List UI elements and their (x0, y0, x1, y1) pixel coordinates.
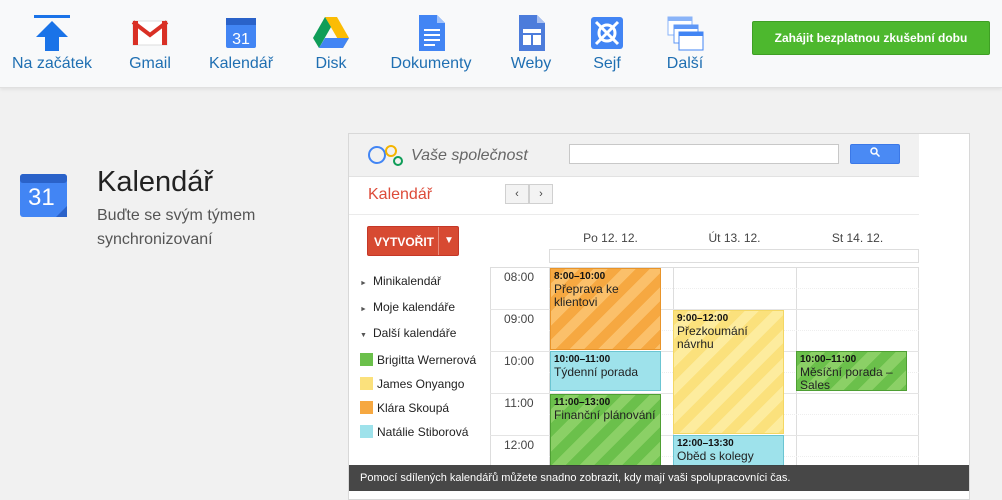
nav-label: Na začátek (11, 55, 93, 72)
docs-icon (419, 15, 445, 51)
nav-item-weby[interactable]: Weby (496, 0, 566, 88)
nav-item-gmail[interactable]: Gmail (110, 0, 190, 88)
event-title: Finanční plánování (554, 408, 656, 422)
collapse-arrow-icon: ▼ (360, 332, 367, 339)
create-button[interactable]: VYTVOŘIT ▼ (367, 226, 459, 256)
event-title: Měsíční porada – Sales (800, 365, 893, 391)
sidebar-item-label: Další kalendáře (373, 326, 457, 340)
mock-header: Vaše společnost (349, 134, 919, 177)
company-name: Vaše společnost (411, 147, 528, 164)
search-icon (870, 147, 881, 158)
person-name: Klára Skoupá (377, 401, 450, 415)
app-title: Kalendář (368, 186, 433, 203)
company-logo-icon (368, 145, 403, 166)
svg-text:31: 31 (232, 31, 250, 48)
more-apps-icon (667, 16, 704, 51)
person-name: James Onyango (377, 377, 465, 391)
nav-label: Weby (510, 55, 552, 72)
vault-icon (591, 17, 623, 49)
calendar-event[interactable]: 11:00–13:00 Finanční plánování (550, 394, 661, 466)
calendar-person[interactable]: Klára Skoupá (360, 401, 449, 415)
drive-icon (313, 17, 349, 48)
nav-item-dokumenty[interactable]: Dokumenty (381, 0, 481, 88)
create-label: VYTVOŘIT (374, 235, 435, 249)
nav-label: Disk (315, 55, 347, 72)
person-name: Brigitta Wernerová (377, 353, 477, 367)
sites-icon (519, 15, 545, 51)
hour-label: 08:00 (503, 270, 535, 284)
calendar-person[interactable]: James Onyango (360, 377, 464, 391)
calendar-event[interactable]: 8:00–10:00 Přeprava ke klientovi (550, 268, 661, 350)
divider (438, 227, 439, 255)
nav-item-dalsi[interactable]: Další (650, 0, 720, 88)
nav-label: Kalendář (208, 55, 274, 72)
calendar-event[interactable]: 9:00–12:00 Přezkoumání návrhu (673, 310, 784, 434)
color-swatch (360, 377, 373, 390)
start-free-trial-button[interactable]: Zahájit bezplatnou zkušební dobu (752, 21, 990, 55)
nav-label: Dokumenty (390, 55, 472, 72)
divider (349, 214, 919, 215)
prev-button[interactable]: ‹ (505, 184, 529, 204)
next-button[interactable]: › (529, 184, 553, 204)
day-header: Út 13. 12. (708, 231, 761, 245)
calendar-person[interactable]: Natálie Stiborová (360, 425, 468, 439)
expand-arrow-icon: ► (360, 306, 367, 313)
up-arrow-icon (34, 15, 70, 51)
event-title: Přezkoumání návrhu (677, 324, 748, 351)
sidebar-item-label: Minikalendář (373, 274, 442, 288)
calendar-event[interactable]: 10:00–11:00 Týdenní porada (550, 351, 661, 391)
nav-item-disk[interactable]: Disk (296, 0, 366, 88)
nav-label: Gmail (129, 55, 171, 72)
search-button[interactable] (850, 144, 900, 164)
event-title: Týdenní porada (554, 365, 639, 379)
expand-arrow-icon: ► (360, 280, 367, 287)
grid-line (918, 267, 919, 467)
event-title: Přeprava ke klientovi (554, 282, 619, 309)
hour-label: 12:00 (503, 438, 535, 452)
nav-item-na-zacatek[interactable]: Na začátek (2, 0, 102, 88)
calendar-screenshot: Vaše společnost Kalendář ‹ › VYTVOŘIT ▼ … (348, 133, 970, 500)
calendar-person[interactable]: Brigitta Wernerová (360, 353, 476, 367)
search-input[interactable] (569, 144, 839, 164)
calendar-icon: 31 (226, 18, 256, 48)
hour-label: 10:00 (503, 354, 535, 368)
nav-item-kalendar[interactable]: 31 Kalendář (198, 0, 284, 88)
sidebar-item-my-calendars[interactable]: ► Moje kalendáře (360, 300, 455, 314)
calendar-event[interactable]: 10:00–11:00 Měsíční porada – Sales (796, 351, 907, 391)
product-description: Buďte se svým týmem synchronizovaní (97, 207, 256, 248)
gmail-icon (131, 20, 169, 46)
hour-label: 09:00 (503, 312, 535, 326)
all-day-row[interactable] (549, 249, 919, 263)
event-title: Oběd s kolegy (677, 449, 754, 463)
screenshot-caption: Pomocí sdílených kalendářů můžete snadno… (349, 465, 969, 491)
color-swatch (360, 425, 373, 438)
nav-label: Další (666, 55, 704, 72)
day-header: St 14. 12. (831, 231, 884, 245)
day-header: Po 12. 12. (583, 231, 638, 245)
sidebar-item-other-calendars[interactable]: ▼ Další kalendáře (360, 326, 456, 340)
nav-label: Sejf (593, 55, 621, 72)
product-title: Kalendář (97, 166, 214, 198)
top-navigation: Na začátek Gmail 31 Kalendář Disk Dokume… (0, 0, 1002, 88)
sidebar-item-label: Moje kalendáře (373, 300, 456, 314)
person-name: Natálie Stiborová (377, 425, 469, 439)
color-swatch (360, 353, 373, 366)
hour-label: 11:00 (504, 396, 534, 410)
sidebar-item-minicalendar[interactable]: ► Minikalendář (360, 274, 441, 288)
color-swatch (360, 401, 373, 414)
nav-item-sejf[interactable]: Sejf (576, 0, 638, 88)
calendar-event[interactable]: 12:00–13:30 Oběd s kolegy (673, 435, 784, 466)
product-icon-number: 31 (28, 184, 55, 211)
dropdown-arrow-icon: ▼ (444, 235, 454, 246)
